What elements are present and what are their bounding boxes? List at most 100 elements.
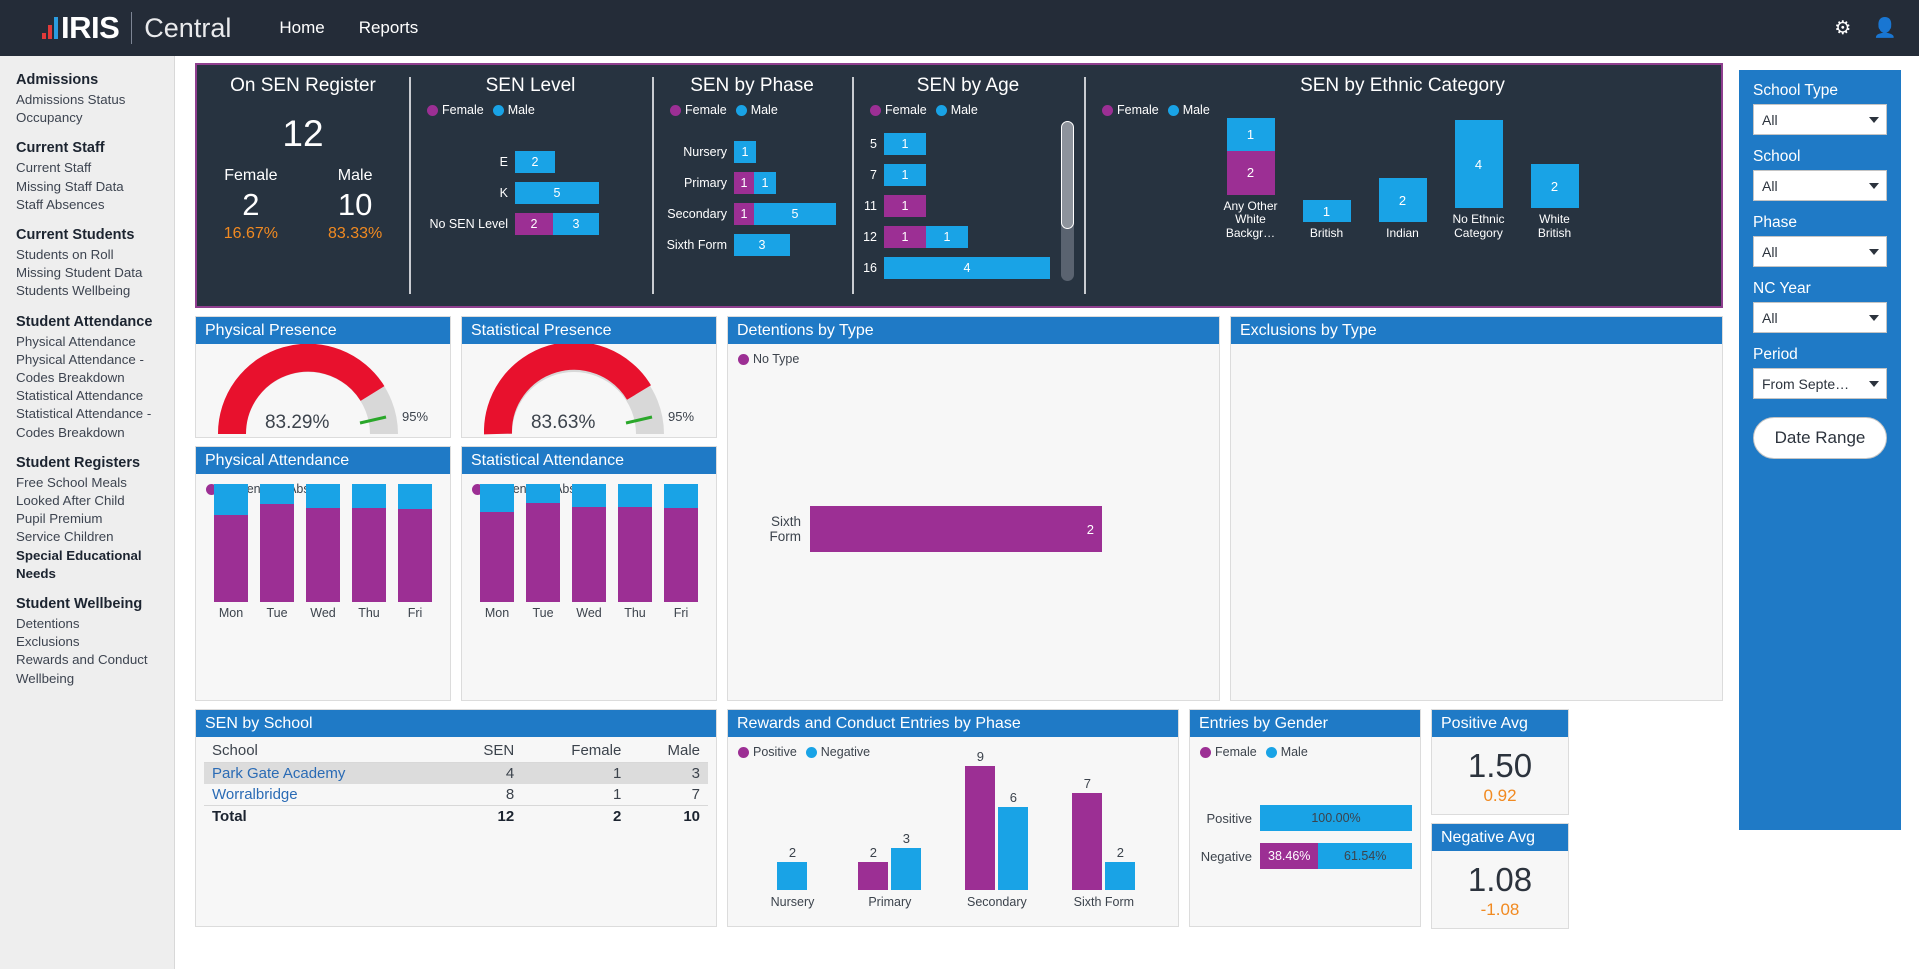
- bar-segment-female[interactable]: 1: [734, 172, 754, 194]
- sidebar-item-students-on-roll[interactable]: Students on Roll: [16, 246, 174, 264]
- bar-row[interactable]: E 2: [419, 151, 636, 173]
- sidebar-item-looked-after-child[interactable]: Looked After Child: [16, 492, 174, 510]
- sidebar-item-physical-attendance-codes[interactable]: Physical Attendance - Codes Breakdown: [16, 351, 174, 387]
- column-group[interactable]: 1 British: [1298, 200, 1356, 241]
- column-group[interactable]: 7 2 Sixth Form: [1072, 766, 1136, 909]
- filter-select-nc-year[interactable]: All: [1753, 302, 1887, 333]
- bar-row[interactable]: Secondary 1 5: [662, 203, 836, 225]
- sidebar-item-missing-student-data[interactable]: Missing Student Data: [16, 264, 174, 282]
- bar-row-negative[interactable]: Negative 38.46% 61.54%: [1198, 843, 1412, 870]
- sidebar-item-missing-staff-data[interactable]: Missing Staff Data: [16, 178, 174, 196]
- nav-item-home[interactable]: Home: [279, 18, 324, 38]
- sidebar-item-occupancy[interactable]: Occupancy: [16, 109, 174, 127]
- bar-segment-male[interactable]: 5: [754, 203, 836, 225]
- sidebar-item-statistical-attendance[interactable]: Statistical Attendance: [16, 387, 174, 405]
- bar-segment-male[interactable]: 3: [553, 213, 599, 235]
- column-group[interactable]: Wed: [306, 484, 340, 620]
- column-group[interactable]: 9 6 Secondary: [965, 749, 1029, 909]
- bar-segment-no-type[interactable]: 2: [810, 506, 1102, 553]
- bar-row[interactable]: 5 1: [862, 133, 1050, 155]
- bar-segment-male[interactable]: 5: [515, 182, 599, 204]
- column-group[interactable]: 2 3 Primary: [858, 766, 922, 909]
- bar-segment-male[interactable]: 1: [884, 164, 926, 186]
- bar-segment-male[interactable]: 1: [754, 172, 776, 194]
- filter-select-school-type[interactable]: All: [1753, 104, 1887, 135]
- bar-row[interactable]: Nursery 1: [662, 141, 836, 163]
- column-group[interactable]: Fri: [664, 484, 698, 620]
- sidebar-item-rewards-and-conduct[interactable]: Rewards and Conduct: [16, 651, 174, 669]
- bar-row[interactable]: 12 1 1: [862, 226, 1050, 248]
- column-group[interactable]: Mon: [480, 484, 514, 620]
- column-group[interactable]: Tue: [260, 484, 294, 620]
- bar-row[interactable]: Primary 1 1: [662, 172, 836, 194]
- column-segment-male[interactable]: 2: [1378, 178, 1427, 223]
- sidebar-item-detentions[interactable]: Detentions: [16, 615, 174, 633]
- column-segment-male[interactable]: 2: [1530, 164, 1579, 209]
- column-negative[interactable]: 3: [891, 831, 922, 891]
- bar-segment-female[interactable]: 38.46%: [1260, 843, 1319, 870]
- bar-segment-male[interactable]: 2: [515, 151, 555, 173]
- table-row[interactable]: Worralbridge 8 1 7: [204, 784, 708, 806]
- gear-icon[interactable]: ⚙: [1834, 19, 1851, 38]
- chart-scrollbar-thumb[interactable]: [1061, 121, 1074, 229]
- date-range-button[interactable]: Date Range: [1753, 417, 1887, 459]
- column-group[interactable]: Mon: [214, 484, 248, 620]
- column-group[interactable]: 2 Nursery: [771, 766, 815, 909]
- column-positive[interactable]: 2: [858, 845, 889, 891]
- column-group[interactable]: Thu: [352, 484, 386, 620]
- table-row[interactable]: Park Gate Academy 4 1 3: [204, 762, 708, 785]
- bar-segment-female[interactable]: 1: [884, 226, 926, 248]
- sidebar-item-special-educational-needs[interactable]: Special Educational Needs: [16, 547, 174, 583]
- bar-segment-male[interactable]: 4: [884, 257, 1050, 279]
- sidebar-item-statistical-attendance-codes[interactable]: Statistical Attendance - Codes Breakdown: [16, 405, 174, 441]
- column-group[interactable]: 4 No Ethnic Category: [1450, 120, 1508, 241]
- column-group[interactable]: 2 White British: [1526, 164, 1584, 241]
- column-negative[interactable]: 2: [777, 845, 808, 891]
- user-icon[interactable]: 👤: [1873, 19, 1897, 38]
- bar-segment-female[interactable]: 2: [515, 213, 553, 235]
- bar-row[interactable]: 7 1: [862, 164, 1050, 186]
- chart-scrollbar[interactable]: [1061, 121, 1074, 281]
- bar-segment-male[interactable]: 1: [884, 133, 926, 155]
- bar-segment-male[interactable]: 100.00%: [1260, 805, 1412, 832]
- bar-row[interactable]: 16 4: [862, 257, 1050, 279]
- sidebar-item-staff-absences[interactable]: Staff Absences: [16, 196, 174, 214]
- bar-segment-male[interactable]: 61.54%: [1318, 843, 1412, 870]
- sidebar-item-admissions-status[interactable]: Admissions Status: [16, 91, 174, 109]
- column-group[interactable]: Fri: [398, 484, 432, 620]
- column-negative[interactable]: 6: [998, 790, 1029, 891]
- sidebar-item-free-school-meals[interactable]: Free School Meals: [16, 474, 174, 492]
- column-group[interactable]: Wed: [572, 484, 606, 620]
- bar-segment-female[interactable]: 1: [884, 195, 926, 217]
- bar-row[interactable]: No SEN Level 2 3: [419, 213, 636, 235]
- column-segment-male[interactable]: 4: [1454, 120, 1503, 209]
- column-group[interactable]: Tue: [526, 484, 560, 620]
- column-positive[interactable]: 9: [965, 749, 996, 891]
- cell-school[interactable]: Worralbridge: [204, 784, 446, 806]
- bar-segment-male[interactable]: 1: [926, 226, 968, 248]
- column-segment-male[interactable]: 1: [1226, 117, 1275, 151]
- sidebar-item-pupil-premium[interactable]: Pupil Premium: [16, 510, 174, 528]
- nav-item-reports[interactable]: Reports: [359, 18, 419, 38]
- sidebar-item-wellbeing[interactable]: Wellbeing: [16, 670, 174, 688]
- sidebar-item-physical-attendance[interactable]: Physical Attendance: [16, 333, 174, 351]
- bar-row[interactable]: Sixth Form 3: [662, 234, 836, 256]
- sidebar-item-students-wellbeing[interactable]: Students Wellbeing: [16, 282, 174, 300]
- column-group[interactable]: 2 Indian: [1374, 178, 1432, 241]
- filter-select-school[interactable]: All: [1753, 170, 1887, 201]
- column-group[interactable]: Thu: [618, 484, 652, 620]
- column-group[interactable]: 1 2 Any Other White Backgr…: [1222, 117, 1280, 241]
- column-negative[interactable]: 2: [1105, 845, 1136, 891]
- bar-segment-male[interactable]: 1: [734, 141, 756, 163]
- bar-row-positive[interactable]: Positive 100.00%: [1198, 805, 1412, 832]
- filter-select-phase[interactable]: All: [1753, 236, 1887, 267]
- sidebar-item-exclusions[interactable]: Exclusions: [16, 633, 174, 651]
- filter-select-period[interactable]: From Septe…: [1753, 368, 1887, 399]
- bar-segment-female[interactable]: 1: [734, 203, 754, 225]
- bar-row[interactable]: K 5: [419, 182, 636, 204]
- cell-school[interactable]: Park Gate Academy: [204, 763, 446, 785]
- sidebar-item-current-staff[interactable]: Current Staff: [16, 159, 174, 177]
- bar-segment-male[interactable]: 3: [734, 234, 790, 256]
- sidebar-item-service-children[interactable]: Service Children: [16, 528, 174, 546]
- bar-row-sixth-form[interactable]: Sixth Form 2: [736, 506, 1211, 553]
